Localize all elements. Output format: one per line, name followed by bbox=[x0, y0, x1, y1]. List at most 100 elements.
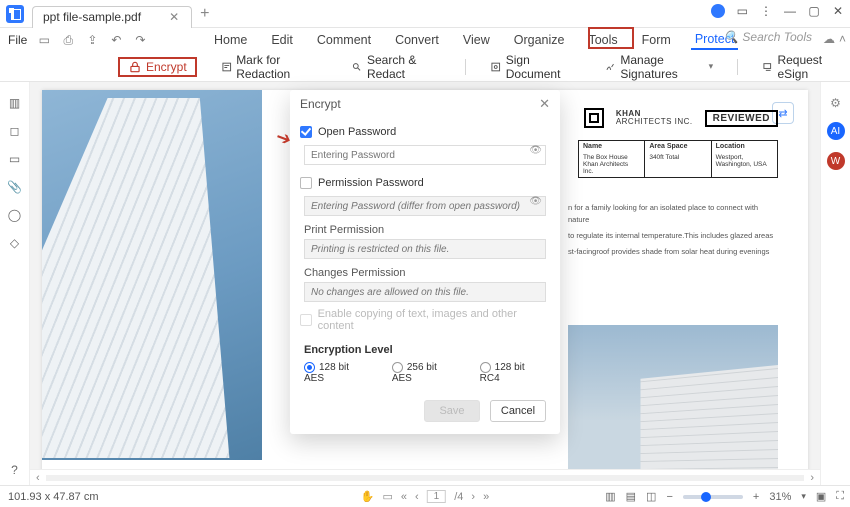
document-tab[interactable]: ppt file-sample.pdf ✕ bbox=[32, 6, 192, 28]
menu-tools[interactable]: Tools bbox=[584, 31, 621, 49]
menu-view[interactable]: View bbox=[459, 31, 494, 49]
fullscreen-icon[interactable]: ⛶ bbox=[836, 490, 844, 503]
menu-edit[interactable]: Edit bbox=[267, 31, 297, 49]
cloud-icon[interactable]: ☁ bbox=[823, 32, 835, 46]
fit-page-icon[interactable]: ▣ bbox=[816, 490, 826, 503]
search-redact-button[interactable]: Search & Redact bbox=[343, 50, 449, 84]
search-panel-icon[interactable]: ◯ bbox=[8, 208, 21, 222]
close-window-button[interactable]: ✕ bbox=[832, 5, 844, 17]
td-area: 340ft Total bbox=[645, 152, 711, 177]
encrypt-label: Encrypt bbox=[146, 60, 187, 74]
properties-icon[interactable]: ⚙ bbox=[830, 96, 841, 110]
help-icon[interactable]: ? bbox=[11, 463, 18, 477]
page-input[interactable]: 1 bbox=[427, 490, 447, 503]
first-page-icon[interactable]: « bbox=[401, 491, 407, 503]
scroll-right-icon[interactable]: › bbox=[810, 472, 814, 484]
horizontal-scrollbar[interactable]: ‹ › bbox=[30, 469, 820, 485]
manage-sign-icon bbox=[605, 60, 616, 74]
esign-icon bbox=[762, 60, 773, 74]
enable-copy-label: Enable copying of text, images and other… bbox=[318, 308, 546, 332]
next-page-icon[interactable]: › bbox=[471, 491, 475, 503]
menu-bar: File ▭ ⎙ ⇪ ↶ ↷ Home Edit Comment Convert… bbox=[0, 28, 850, 52]
save-icon[interactable]: ▭ bbox=[37, 33, 51, 47]
request-esign-label: Request eSign bbox=[777, 53, 842, 81]
chat-icon[interactable]: ▭ bbox=[737, 4, 748, 18]
menu-comment[interactable]: Comment bbox=[313, 31, 375, 49]
cancel-button[interactable]: Cancel bbox=[490, 400, 546, 422]
view-controls: ▥ ▤ ◫ − + 31% ▾ ▣ ⛶ bbox=[605, 490, 844, 503]
radio-128aes[interactable]: 128 bit AES bbox=[304, 362, 370, 384]
menu-convert[interactable]: Convert bbox=[391, 31, 443, 49]
view-single-icon[interactable]: ▥ bbox=[605, 490, 615, 503]
page-total: /4 bbox=[454, 491, 463, 503]
bookmarks-icon[interactable]: ◻ bbox=[10, 124, 20, 138]
zoom-slider[interactable] bbox=[683, 495, 743, 499]
comments-icon[interactable]: ▭ bbox=[9, 152, 20, 166]
open-password-checkbox[interactable] bbox=[300, 126, 312, 138]
manage-signatures-button[interactable]: Manage Signatures ▾ bbox=[597, 50, 721, 84]
sign-document-label: Sign Document bbox=[506, 53, 573, 81]
body-text: n for a family looking for an isolated p… bbox=[568, 202, 778, 262]
view-facing-icon[interactable]: ◫ bbox=[646, 490, 656, 503]
share-icon[interactable]: ⇪ bbox=[85, 33, 99, 47]
scroll-track[interactable] bbox=[46, 475, 805, 481]
word-icon[interactable]: W bbox=[827, 152, 845, 170]
dialog-title: Encrypt bbox=[300, 97, 341, 111]
attachments-icon[interactable]: 📎 bbox=[7, 180, 22, 194]
menu-form[interactable]: Form bbox=[638, 31, 675, 49]
reviewed-stamp: REVIEWED bbox=[705, 110, 778, 127]
select-tool-icon[interactable]: ▭ bbox=[382, 490, 392, 503]
kebab-icon[interactable]: ⋮ bbox=[760, 4, 772, 18]
request-esign-button[interactable]: Request eSign bbox=[754, 50, 850, 84]
open-password-input[interactable] bbox=[304, 145, 546, 165]
last-page-icon[interactable]: » bbox=[483, 491, 489, 503]
new-tab-button[interactable]: + bbox=[200, 5, 209, 23]
dialog-close-icon[interactable]: ✕ bbox=[539, 96, 550, 112]
khan-line2: ARCHITECTS INC. bbox=[616, 118, 693, 126]
toolbar-separator bbox=[465, 59, 466, 75]
view-continuous-icon[interactable]: ▤ bbox=[626, 490, 636, 503]
minimize-button[interactable]: — bbox=[784, 5, 796, 17]
zoom-caret-icon[interactable]: ▾ bbox=[801, 491, 806, 502]
protect-toolbar: Encrypt Mark for Redaction Search & Reda… bbox=[0, 52, 850, 82]
khan-logo-icon bbox=[584, 108, 604, 128]
scroll-left-icon[interactable]: ‹ bbox=[36, 472, 40, 484]
search-tools[interactable]: 🔍 Search Tools bbox=[723, 30, 812, 44]
mark-redaction-button[interactable]: Mark for Redaction bbox=[213, 50, 328, 84]
menu-organize[interactable]: Organize bbox=[510, 31, 569, 49]
td-name: The Box House Khan Architects Inc. bbox=[579, 152, 645, 177]
maximize-button[interactable]: ▢ bbox=[808, 5, 820, 17]
layers-icon[interactable]: ◇ bbox=[10, 236, 19, 250]
encrypt-button[interactable]: Encrypt bbox=[118, 57, 197, 77]
permission-password-input bbox=[304, 196, 546, 216]
ai-icon[interactable]: AI bbox=[827, 122, 845, 140]
toggle-visibility-icon[interactable]: 👁 bbox=[529, 145, 542, 156]
sign-document-button[interactable]: Sign Document bbox=[482, 50, 581, 84]
print-icon[interactable]: ⎙ bbox=[61, 33, 75, 48]
manage-signatures-label: Manage Signatures bbox=[620, 53, 704, 81]
prev-page-icon[interactable]: ‹ bbox=[415, 491, 419, 503]
collapse-ribbon-icon[interactable]: ˄ bbox=[839, 32, 846, 46]
print-permission-label: Print Permission bbox=[304, 224, 546, 236]
info-table: Name Area Space Location The Box House K… bbox=[578, 140, 778, 178]
thumbnails-icon[interactable]: ▥ bbox=[9, 96, 20, 110]
redo-icon[interactable]: ↷ bbox=[133, 33, 147, 47]
zoom-in-icon[interactable]: + bbox=[753, 491, 759, 503]
hand-tool-icon[interactable]: ✋ bbox=[361, 490, 375, 503]
avatar-icon[interactable] bbox=[711, 4, 725, 18]
undo-icon[interactable]: ↶ bbox=[109, 33, 123, 47]
zoom-out-icon[interactable]: − bbox=[666, 491, 672, 503]
enable-copy-checkbox bbox=[300, 314, 312, 326]
quick-access-toolbar: ▭ ⎙ ⇪ ↶ ↷ bbox=[37, 33, 147, 48]
permission-password-checkbox[interactable] bbox=[300, 177, 312, 189]
radio-256aes[interactable]: 256 bit AES bbox=[392, 362, 458, 384]
dropdown-caret-icon: ▾ bbox=[709, 61, 714, 72]
menu-file[interactable]: File bbox=[8, 33, 27, 47]
save-button[interactable]: Save bbox=[424, 400, 480, 422]
zoom-thumb[interactable] bbox=[701, 492, 711, 502]
zoom-value[interactable]: 31% bbox=[769, 491, 791, 503]
hero-image bbox=[42, 90, 262, 460]
close-tab-icon[interactable]: ✕ bbox=[169, 10, 179, 24]
radio-128rc4[interactable]: 128 bit RC4 bbox=[480, 362, 546, 384]
menu-home[interactable]: Home bbox=[210, 31, 251, 49]
